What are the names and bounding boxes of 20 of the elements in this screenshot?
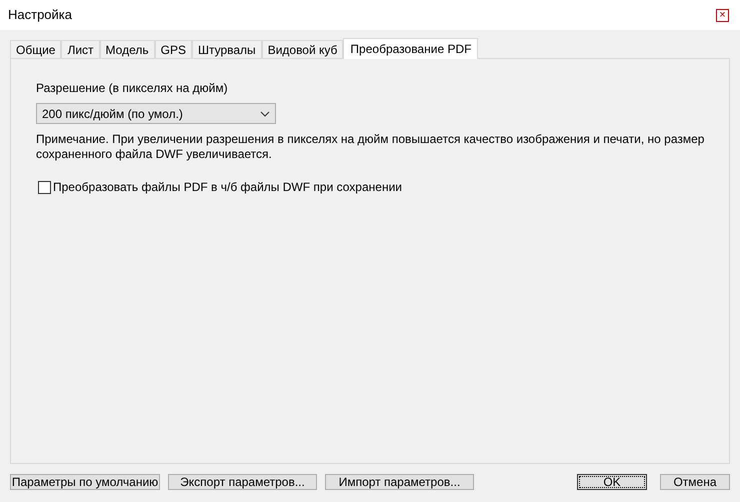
action-button[interactable]: Импорт параметров... [325,474,474,490]
action-button[interactable]: Экспорт параметров... [168,474,317,490]
dialog-button[interactable]: Отмена [660,474,730,490]
resolution-label: Разрешение (в пикселях на дюйм) [36,80,228,97]
tab[interactable]: Модель [100,40,155,58]
tab[interactable]: Штурвалы [192,40,262,58]
tab[interactable]: Общие [10,40,62,58]
window-title: Настройка [8,6,72,24]
note-text: Примечание. При увеличении разрешения в пикселях на дюйм повышается качество изображения и печати, но размер сохраненного файла DWF увеличивается. [36,132,706,162]
checkbox-label[interactable]: Преобразовать файлы PDF в ч/б файлы DWF при сохранении [53,178,402,196]
chevron-down-icon [260,110,270,116]
resolution-dropdown[interactable]: 200 пикс/дюйм (по умол.) [36,103,276,124]
dialog-button[interactable]: OK [577,474,647,490]
tab[interactable]: Преобразование PDF [343,38,478,59]
tab[interactable]: Лист [61,40,100,58]
checkbox[interactable] [38,180,51,194]
tab[interactable]: Видовой куб [262,40,344,58]
tab[interactable]: GPS [154,40,192,58]
action-button[interactable]: Параметры по умолчанию [10,474,160,490]
close-button[interactable]: × [716,8,729,22]
